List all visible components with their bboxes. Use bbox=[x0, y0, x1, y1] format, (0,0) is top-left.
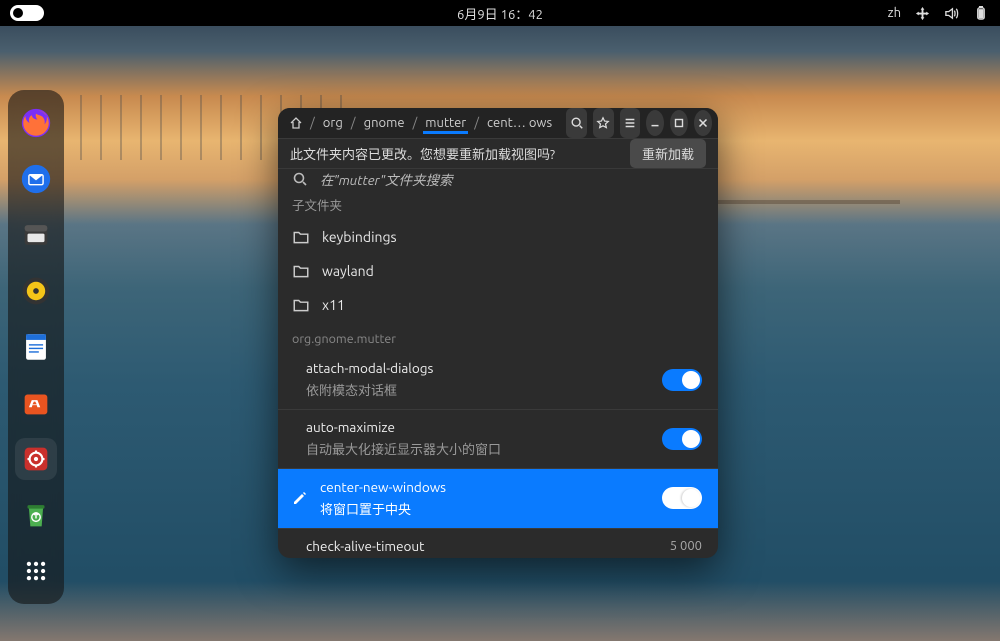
pencil-icon bbox=[292, 490, 308, 506]
minimize-icon bbox=[648, 116, 662, 130]
breadcrumb[interactable]: / org / gnome / mutter / cent… ows bbox=[288, 112, 554, 134]
dock-files[interactable] bbox=[15, 214, 57, 256]
breadcrumb-seg[interactable]: cent… ows bbox=[485, 112, 554, 134]
titlebar: / org / gnome / mutter / cent… ows bbox=[278, 108, 718, 139]
reload-banner: 此文件夹内容已更改。您想要重新加载视图吗? 重新加载 bbox=[278, 139, 718, 169]
maximize-button[interactable] bbox=[670, 110, 688, 136]
setting-center-new-windows[interactable]: center-new-windows 将窗口置于中央 bbox=[278, 469, 718, 528]
folder-name: x11 bbox=[322, 297, 345, 313]
setting-key: check-alive-timeout bbox=[306, 538, 656, 554]
schema-label: org.gnome.mutter bbox=[278, 322, 718, 350]
star-icon bbox=[596, 116, 610, 130]
dock-trash[interactable] bbox=[15, 494, 57, 536]
toggle-switch[interactable] bbox=[662, 369, 702, 391]
reload-button[interactable]: 重新加载 bbox=[630, 139, 706, 168]
top-bar: 6月9日 16：42 zh bbox=[0, 0, 1000, 26]
search-icon bbox=[292, 171, 308, 187]
folder-icon bbox=[292, 228, 310, 246]
dconf-editor-window: / org / gnome / mutter / cent… ows bbox=[278, 108, 718, 558]
toggle-switch[interactable] bbox=[662, 428, 702, 450]
setting-auto-maximize[interactable]: auto-maximize 自动最大化接近显示器大小的窗口 bbox=[278, 409, 718, 468]
folder-row[interactable]: x11 bbox=[278, 288, 718, 322]
input-method-indicator[interactable]: zh bbox=[888, 6, 901, 20]
hamburger-icon bbox=[623, 116, 637, 130]
search-icon bbox=[570, 116, 584, 130]
network-icon[interactable] bbox=[915, 6, 930, 21]
activities-pill[interactable] bbox=[10, 5, 44, 21]
maximize-icon bbox=[672, 116, 686, 130]
folder-icon bbox=[292, 262, 310, 280]
battery-icon[interactable] bbox=[973, 6, 988, 21]
folder-name: wayland bbox=[322, 263, 374, 279]
setting-desc: 依附模态对话框 bbox=[306, 380, 648, 399]
dock-thunderbird[interactable] bbox=[15, 158, 57, 200]
setting-desc: 自动最大化接近显示器大小的窗口 bbox=[306, 439, 648, 458]
setting-desc: 将窗口置于中央 bbox=[320, 499, 648, 518]
setting-check-alive-timeout[interactable]: check-alive-timeout 5 000 bbox=[278, 528, 718, 558]
subfolders-label: 子文件夹 bbox=[278, 189, 718, 220]
search-placeholder: 在"mutter"文件夹搜索 bbox=[320, 169, 452, 189]
search-row[interactable]: 在"mutter"文件夹搜索 bbox=[278, 169, 718, 189]
clock[interactable]: 6月9日 16：42 bbox=[457, 4, 543, 23]
setting-key: center-new-windows bbox=[320, 479, 648, 495]
breadcrumb-seg[interactable]: org bbox=[321, 112, 345, 134]
folder-row[interactable]: keybindings bbox=[278, 220, 718, 254]
app-home-icon[interactable] bbox=[288, 115, 304, 131]
volume-icon[interactable] bbox=[944, 6, 959, 21]
toggle-switch[interactable] bbox=[662, 487, 702, 509]
dock-firefox[interactable] bbox=[15, 102, 57, 144]
minimize-button[interactable] bbox=[646, 110, 664, 136]
setting-attach-modal-dialogs[interactable]: attach-modal-dialogs 依附模态对话框 bbox=[278, 350, 718, 409]
dock-show-apps[interactable] bbox=[15, 550, 57, 592]
breadcrumb-seg-active[interactable]: mutter bbox=[423, 112, 468, 134]
setting-key: attach-modal-dialogs bbox=[306, 360, 648, 376]
dock-writer[interactable] bbox=[15, 326, 57, 368]
folder-icon bbox=[292, 296, 310, 314]
setting-value: 5 000 bbox=[670, 539, 702, 553]
close-button[interactable] bbox=[694, 110, 712, 136]
dock-dconf-editor[interactable] bbox=[15, 438, 57, 480]
dock-rhythmbox[interactable] bbox=[15, 270, 57, 312]
menu-button[interactable] bbox=[620, 108, 641, 138]
folder-row[interactable]: wayland bbox=[278, 254, 718, 288]
close-icon bbox=[696, 116, 710, 130]
setting-key: auto-maximize bbox=[306, 419, 648, 435]
folder-name: keybindings bbox=[322, 229, 397, 245]
dock-software[interactable] bbox=[15, 382, 57, 424]
banner-message: 此文件夹内容已更改。您想要重新加载视图吗? bbox=[290, 144, 555, 163]
search-button[interactable] bbox=[566, 108, 587, 138]
breadcrumb-seg[interactable]: gnome bbox=[362, 112, 407, 134]
dock bbox=[8, 90, 64, 604]
bookmark-button[interactable] bbox=[593, 108, 614, 138]
